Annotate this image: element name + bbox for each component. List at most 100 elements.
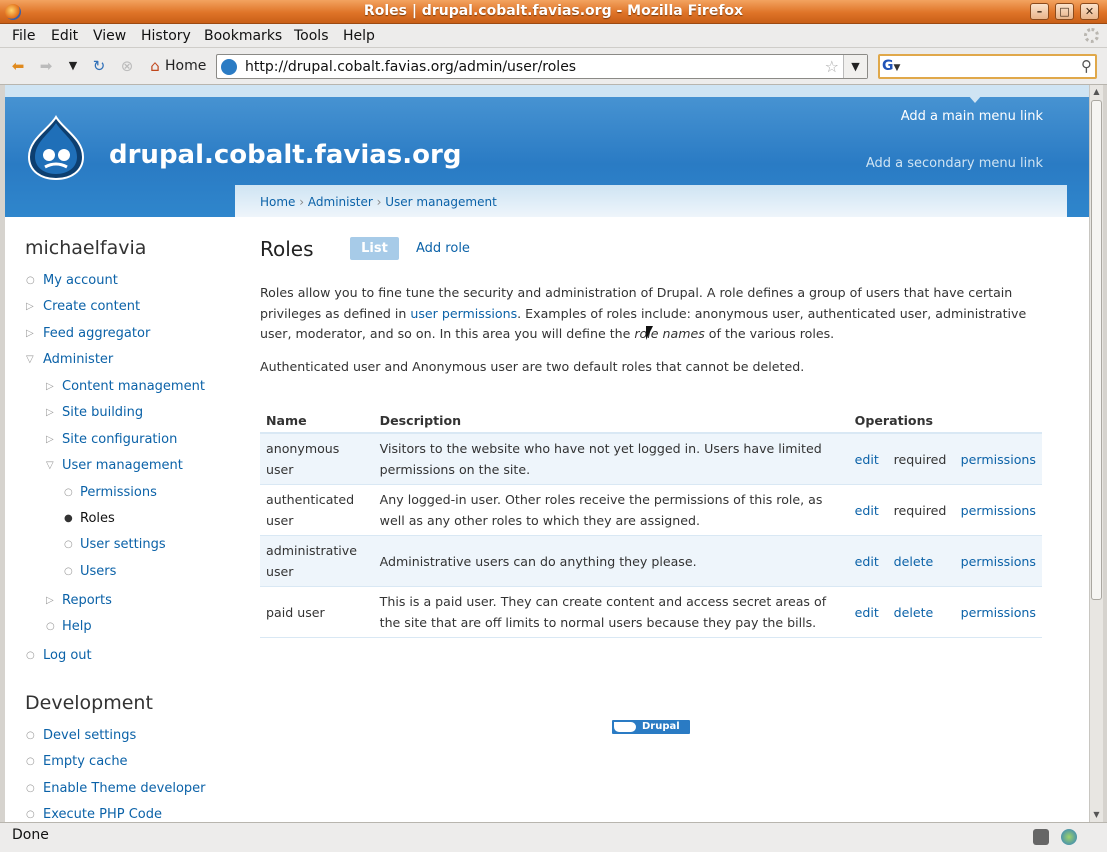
close-button[interactable]: ✕	[1080, 3, 1099, 20]
scrollbar-thumb[interactable]	[1091, 100, 1102, 600]
bullet-collapsed-icon: ▷	[46, 595, 54, 606]
role-description: Administrative users can do anything the…	[373, 535, 849, 587]
bullet-collapsed-icon: ▷	[46, 381, 54, 392]
table-row: anonymous user Visitors to the website w…	[260, 433, 1042, 485]
firebug-icon[interactable]	[1033, 829, 1049, 845]
menu-edit[interactable]: Edit	[51, 28, 78, 44]
sidebar-item-roles[interactable]: Roles	[80, 511, 115, 526]
sidebar-item-user-settings[interactable]: User settings	[80, 537, 166, 552]
role-operations: edit delete permissions	[848, 535, 1042, 587]
sidebar-item-users[interactable]: Users	[80, 564, 116, 579]
bullet-collapsed-icon: ▷	[26, 301, 34, 312]
role-description: Visitors to the website who have not yet…	[373, 433, 849, 485]
sidebar-item-feed-aggregator[interactable]: Feed aggregator	[43, 326, 150, 341]
permissions-link[interactable]: permissions	[961, 449, 1036, 470]
mouse-cursor-icon	[646, 326, 653, 340]
minimize-button[interactable]: –	[1030, 3, 1049, 20]
sidebar-item-create-content[interactable]: Create content	[43, 299, 140, 314]
menu-tools[interactable]: Tools	[294, 28, 329, 44]
url-text[interactable]: http://drupal.cobalt.favias.org/admin/us…	[245, 59, 576, 75]
menu-pointer-icon	[968, 95, 982, 103]
edit-role-link[interactable]: edit	[855, 449, 890, 470]
delete-role-link[interactable]: delete	[894, 551, 957, 572]
permissions-link[interactable]: permissions	[961, 602, 1036, 623]
breadcrumb-home[interactable]: Home	[260, 195, 295, 209]
bullet-circle-icon: ○	[26, 650, 35, 661]
menu-view[interactable]: View	[93, 28, 126, 44]
sidebar-item-devel-settings[interactable]: Devel settings	[43, 728, 136, 743]
sidebar-item-execute-php-code[interactable]: Execute PHP Code	[43, 807, 162, 822]
search-engine-icon[interactable]: G▼	[882, 58, 916, 75]
reload-icon[interactable]: ↻	[89, 57, 109, 75]
required-label: required	[893, 502, 947, 518]
permissions-link[interactable]: permissions	[961, 500, 1036, 521]
bullet-circle-icon: ○	[26, 730, 35, 741]
window-titlebar: Roles | drupal.cobalt.favias.org - Mozil…	[0, 0, 1107, 24]
breadcrumb: Home › Administer › User management	[260, 195, 497, 209]
sidebar-item-empty-cache[interactable]: Empty cache	[43, 754, 128, 769]
scroll-up-icon[interactable]: ▲	[1090, 85, 1103, 99]
status-text: Done	[12, 827, 49, 843]
breadcrumb-separator: ›	[376, 195, 382, 209]
scroll-down-icon[interactable]: ▼	[1090, 808, 1103, 822]
stop-icon[interactable]: ⊗	[117, 57, 137, 75]
sidebar-item-my-account[interactable]: My account	[43, 273, 118, 288]
bullet-circle-icon: ○	[26, 809, 35, 820]
sidebar-item-site-configuration[interactable]: Site configuration	[62, 432, 177, 447]
powered-by-drupal-badge[interactable]: Drupal	[612, 720, 690, 734]
permissions-link[interactable]: permissions	[961, 551, 1036, 572]
default-roles-note: Authenticated user and Anonymous user ar…	[260, 359, 805, 374]
sidebar-item-enable-theme-developer[interactable]: Enable Theme developer	[43, 781, 206, 796]
address-bar[interactable]: http://drupal.cobalt.favias.org/admin/us…	[216, 54, 868, 79]
search-magnifier-icon[interactable]: ⚲	[1081, 57, 1092, 75]
tab-list[interactable]: List	[350, 237, 399, 260]
add-secondary-menu-link[interactable]: Add a secondary menu link	[866, 156, 1043, 171]
sidebar-item-content-management[interactable]: Content management	[62, 379, 205, 394]
edit-role-link[interactable]: edit	[855, 602, 890, 623]
tab-add-role[interactable]: Add role	[416, 241, 470, 256]
user-permissions-link[interactable]: user permissions	[410, 306, 517, 321]
table-row: administrative user Administrative users…	[260, 535, 1042, 587]
sidebar-item-administer[interactable]: Administer	[43, 352, 113, 367]
menu-help[interactable]: Help	[343, 28, 375, 44]
sidebar-item-log-out[interactable]: Log out	[43, 648, 92, 663]
history-dropdown-icon[interactable]: ▼	[63, 57, 83, 75]
sidebar-item-site-building[interactable]: Site building	[62, 405, 143, 420]
help-text-emphasis: role names	[634, 326, 705, 341]
delete-role-link[interactable]: delete	[894, 602, 957, 623]
edit-role-link[interactable]: edit	[855, 551, 890, 572]
home-button-label[interactable]: Home	[165, 58, 206, 74]
page-viewport: drupal.cobalt.favias.org Add a main menu…	[5, 85, 1089, 822]
column-header-name: Name	[260, 408, 374, 434]
url-dropdown-icon[interactable]: ▼	[843, 55, 867, 78]
sidebar-item-permissions[interactable]: Permissions	[80, 485, 157, 500]
menu-history[interactable]: History	[141, 28, 191, 44]
column-header-description: Description	[373, 408, 849, 434]
required-label: required	[893, 451, 947, 467]
edit-role-link[interactable]: edit	[855, 500, 890, 521]
vertical-scrollbar[interactable]: ▲ ▼	[1089, 85, 1103, 822]
bookmark-star-icon[interactable]: ☆	[825, 57, 839, 76]
maximize-button[interactable]: □	[1055, 3, 1074, 20]
search-input[interactable]	[920, 57, 1070, 76]
development-block-title: Development	[25, 692, 153, 714]
add-main-menu-link[interactable]: Add a main menu link	[901, 109, 1043, 124]
sidebar-item-reports[interactable]: Reports	[62, 593, 112, 608]
search-bar[interactable]: G▼ ⚲	[878, 54, 1097, 79]
bullet-circle-icon: ○	[64, 539, 73, 550]
forward-arrow-icon[interactable]: ➡	[36, 57, 56, 75]
role-name: paid user	[260, 586, 374, 638]
addon-status-icon[interactable]	[1061, 829, 1077, 845]
sidebar-item-user-management[interactable]: User management	[62, 458, 183, 473]
role-operations: edit required permissions	[848, 433, 1042, 485]
site-name[interactable]: drupal.cobalt.favias.org	[109, 140, 461, 170]
menu-file[interactable]: File	[12, 28, 35, 44]
back-arrow-icon[interactable]: ⬅	[8, 57, 28, 75]
table-header-row: Name Description Operations	[260, 408, 1042, 434]
sidebar-item-help[interactable]: Help	[62, 619, 92, 634]
home-icon[interactable]: ⌂	[145, 57, 165, 75]
drupal-drop-logo-icon[interactable]	[25, 115, 87, 181]
menu-bookmarks[interactable]: Bookmarks	[204, 28, 282, 44]
breadcrumb-user-management[interactable]: User management	[385, 195, 497, 209]
breadcrumb-administer[interactable]: Administer	[308, 195, 373, 209]
